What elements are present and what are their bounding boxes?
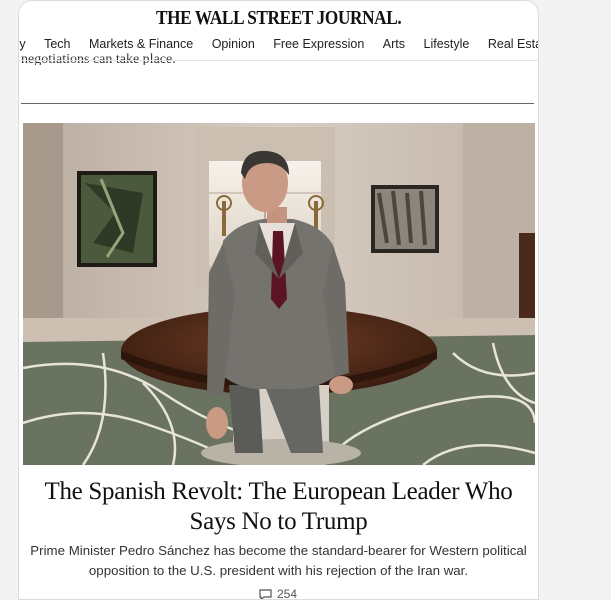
article-headline[interactable]: The Spanish Revolt: The European Leader … — [19, 477, 538, 537]
nav-item-lifestyle[interactable]: Lifestyle — [424, 37, 470, 51]
nav-item-tech[interactable]: Tech — [44, 37, 70, 51]
comments-button[interactable]: 254 — [259, 587, 298, 600]
candelabra-left — [222, 201, 226, 236]
headline-line-1: The Spanish Revolt: The European Leader … — [44, 478, 513, 505]
masthead-title: THE WALL STREET JOURNAL. — [155, 7, 402, 29]
previous-article-snippet: negotiations can take place. — [21, 51, 536, 66]
nav-item-arts[interactable]: Arts — [383, 37, 405, 51]
nav-item-free-expression[interactable]: Free Expression — [273, 37, 364, 51]
dek-line-1: Prime Minister Pedro Sánchez has become … — [30, 543, 527, 558]
header-divider — [19, 60, 538, 61]
article-dek: Prime Minister Pedro Sánchez has become … — [27, 541, 530, 581]
nav-item-real-estate[interactable]: Real Estate — [488, 37, 538, 51]
nav-item-economy[interactable]: omy — [19, 37, 26, 51]
comment-count: 254 — [277, 587, 298, 600]
wsj-logo[interactable]: THE WALL STREET JOURNAL. — [19, 7, 538, 31]
left-wall — [23, 123, 63, 338]
headline-line-2: Says No to Trump — [189, 508, 368, 535]
article-photo[interactable] — [23, 123, 535, 465]
nav-item-opinion[interactable]: Opinion — [212, 37, 255, 51]
article-card: THE WALL STREET JOURNAL. omy Tech Market… — [18, 0, 539, 600]
section-nav: omy Tech Markets & Finance Opinion Free … — [19, 37, 538, 51]
previous-article-text: negotiations can take place. — [21, 52, 176, 66]
nav-item-markets-finance[interactable]: Markets & Finance — [89, 37, 193, 51]
dek-line-2: opposition to the U.S. president with hi… — [88, 563, 469, 578]
section-divider — [21, 103, 534, 104]
